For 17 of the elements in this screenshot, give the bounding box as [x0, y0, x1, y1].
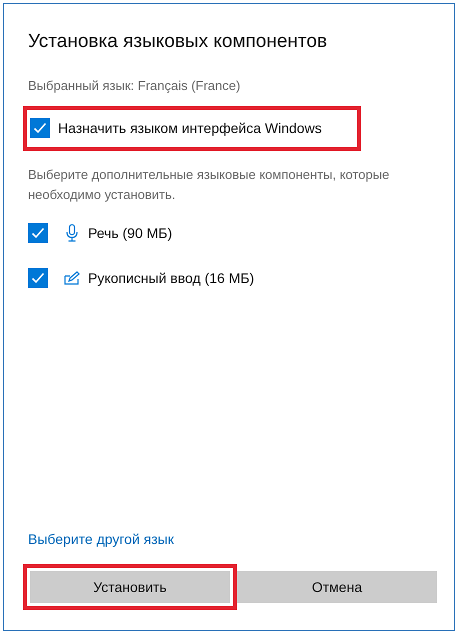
component-label: Речь (90 МБ) — [88, 224, 172, 243]
dialog-title: Установка языковых компонентов — [28, 30, 328, 54]
microphone-icon — [66, 224, 78, 242]
components-hint: Выберите дополнительные языковые компоненты, которые необходимо установить. — [28, 166, 390, 204]
check-icon — [33, 121, 47, 135]
checkbox-label: Назначить языком интерфейса Windows — [58, 118, 322, 138]
checkbox[interactable] — [28, 223, 48, 243]
selected-language-text: Выбранный язык: Français (France) — [28, 77, 242, 95]
pen-icon — [64, 271, 80, 285]
checkbox[interactable] — [28, 268, 48, 288]
check-icon — [31, 226, 45, 240]
component-label: Рукописный ввод (16 МБ) — [88, 268, 254, 288]
checkbox[interactable] — [30, 118, 50, 138]
check-icon — [31, 271, 45, 285]
other-language-link[interactable]: Выберите другой язык — [28, 529, 430, 550]
install-button[interactable]: Установить — [30, 571, 230, 603]
cancel-button[interactable]: Отмена — [237, 571, 437, 603]
